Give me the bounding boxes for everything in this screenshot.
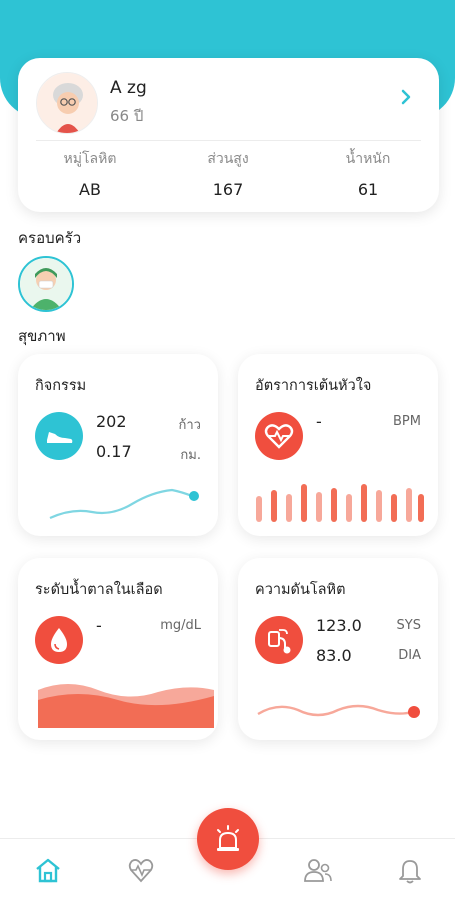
blood-glucose-unit: mg/dL [160, 618, 201, 633]
blood-pressure-monitor-icon [255, 616, 303, 664]
blood-pressure-title: ความดันโลหิต [255, 582, 346, 598]
distance-value: 0.17 [96, 442, 132, 461]
blood-pressure-line-chart [257, 704, 420, 718]
stat-label: ส่วนสูง [207, 151, 249, 167]
heart-pulse-icon[interactable] [126, 855, 156, 885]
profile-divider [36, 140, 421, 141]
activity-sparkline [49, 488, 199, 520]
steps-value: 202 [96, 412, 127, 431]
distance-unit: กม. [180, 448, 201, 463]
blood-glucose-card[interactable]: ระดับน้ำตาลในเลือด - mg/dL [18, 558, 218, 740]
heart-pulse-icon [255, 412, 303, 460]
emergency-sos-button[interactable] [197, 808, 259, 870]
stat-value: 167 [212, 180, 244, 199]
siren-icon [217, 825, 239, 851]
stat-label: หมู่โลหิต [63, 151, 117, 167]
section-title-health: สุขภาพ [18, 327, 66, 345]
activity-title: กิจกรรม [35, 378, 87, 394]
heart-rate-title: อัตราการเต้นหัวใจ [255, 378, 372, 394]
bell-icon[interactable] [395, 855, 425, 885]
blood-pressure-card[interactable]: ความดันโลหิต 123.0 SYS 83.0 DIA [238, 558, 438, 740]
family-icon[interactable] [303, 855, 333, 885]
activity-card[interactable]: กิจกรรม 202 ก้าว 0.17 กม. [18, 354, 218, 536]
family-member-avatar[interactable] [18, 256, 74, 312]
stat-weight: น้ำหนัก 61 [308, 148, 428, 199]
systolic-value: 123.0 [316, 616, 362, 635]
heart-rate-card[interactable]: อัตราการเต้นหัวใจ - BPM [238, 354, 438, 536]
blood-glucose-area-chart [38, 684, 214, 728]
section-title-family: ครอบครัว [18, 229, 82, 247]
heart-rate-value: - [316, 412, 322, 431]
stat-value: AB [79, 180, 101, 199]
user-avatar [36, 72, 98, 134]
diastolic-label: DIA [398, 648, 421, 663]
blood-glucose-value: - [96, 616, 102, 635]
stat-blood-type: หมู่โลหิต AB [30, 148, 150, 199]
blood-glucose-title: ระดับน้ำตาลในเลือด [35, 582, 163, 598]
profile-age: 66 ปี [110, 107, 144, 125]
profile-name: A zg [110, 78, 147, 98]
heart-rate-bars [256, 484, 424, 522]
chevron-right-icon[interactable] [395, 86, 417, 108]
diastolic-value: 83.0 [316, 646, 352, 665]
sneaker-icon [35, 412, 83, 460]
systolic-label: SYS [396, 618, 421, 633]
stat-label: น้ำหนัก [345, 151, 391, 167]
blood-drop-icon [35, 616, 83, 664]
stat-height: ส่วนสูง 167 [168, 148, 288, 199]
home-icon[interactable] [33, 855, 63, 885]
heart-rate-unit: BPM [393, 414, 421, 429]
profile-card[interactable]: A zg 66 ปี หมู่โลหิต AB ส่วนสูง 167 น้ำห… [18, 58, 439, 212]
stat-value: 61 [357, 180, 379, 199]
steps-unit: ก้าว [178, 418, 201, 433]
